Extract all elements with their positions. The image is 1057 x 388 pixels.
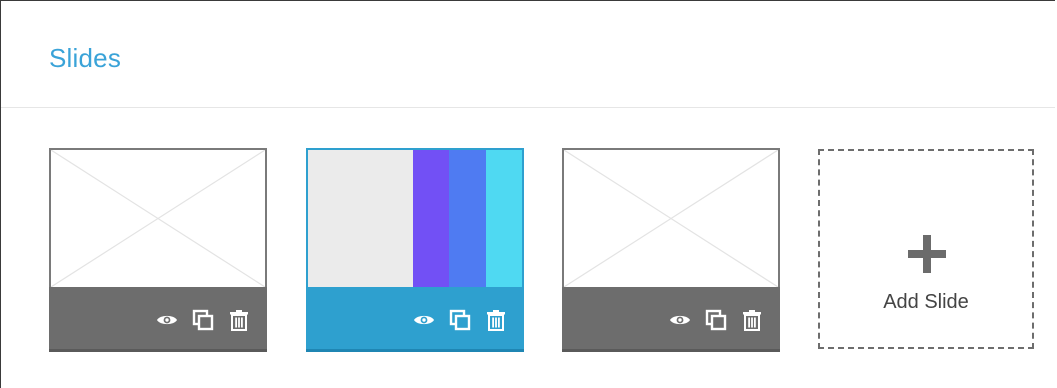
trash-icon[interactable] <box>740 308 764 332</box>
slides-panel: Slides Add Slide <box>0 0 1055 388</box>
color-band-cyan <box>486 150 522 287</box>
slide-bar-shadow <box>562 349 780 352</box>
color-band-gray <box>308 150 413 287</box>
placeholder-image-icon <box>51 150 265 287</box>
slide-bar-shadow <box>49 349 267 352</box>
trash-icon[interactable] <box>484 308 508 332</box>
slide-thumbnail-colored[interactable] <box>306 148 524 287</box>
panel-header: Slides <box>1 1 1055 108</box>
eye-icon[interactable] <box>668 308 692 332</box>
slide-card-1[interactable] <box>49 148 267 352</box>
duplicate-icon[interactable] <box>448 308 472 332</box>
placeholder-image-icon <box>564 150 778 287</box>
slide-card-3[interactable] <box>562 148 780 352</box>
add-slide-button[interactable]: Add Slide <box>818 149 1034 349</box>
eye-icon[interactable] <box>412 308 436 332</box>
duplicate-icon[interactable] <box>191 308 215 332</box>
color-band-purple <box>413 150 449 287</box>
plus-icon <box>908 235 946 273</box>
panel-title: Slides <box>49 43 122 73</box>
slide-card-2[interactable] <box>306 148 524 352</box>
trash-icon[interactable] <box>227 308 251 332</box>
slide-thumbnail-placeholder[interactable] <box>49 148 267 287</box>
add-slide-label: Add Slide <box>883 291 969 313</box>
slide-thumbnail-placeholder[interactable] <box>562 148 780 287</box>
eye-icon[interactable] <box>155 308 179 332</box>
slide-color-bands <box>308 150 522 287</box>
slide-actions <box>668 308 764 332</box>
slide-bar-shadow <box>306 349 524 352</box>
slide-actions <box>155 308 251 332</box>
slide-actions <box>412 308 508 332</box>
duplicate-icon[interactable] <box>704 308 728 332</box>
color-band-blue <box>449 150 486 287</box>
